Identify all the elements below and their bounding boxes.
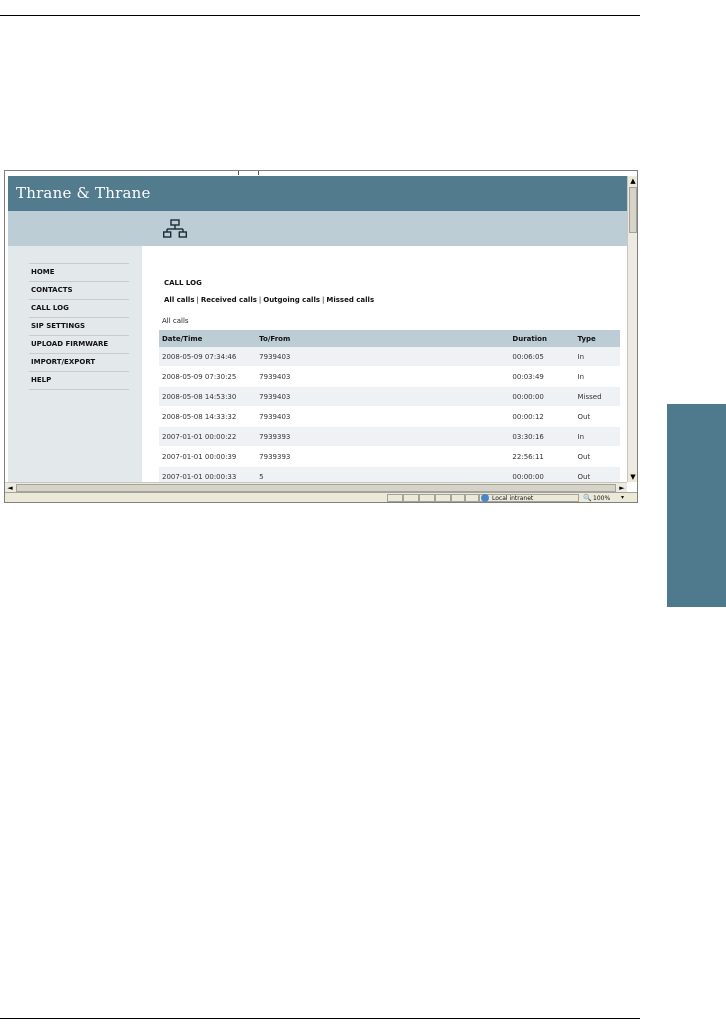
sidebar-nav: HOME CONTACTS CALL LOG SIP SETTINGS UPLO… xyxy=(29,263,129,390)
header-banner: Thrane & Thrane xyxy=(8,176,627,211)
vertical-scroll-thumb[interactable] xyxy=(629,187,637,233)
header-subbar xyxy=(8,211,627,246)
security-zone-label: Local intranet xyxy=(492,495,534,502)
ruler-tick xyxy=(238,171,239,175)
cell-to-from: 5 xyxy=(256,466,510,482)
cell-duration: 22:56:11 xyxy=(509,446,575,467)
cell-type: Out xyxy=(574,446,620,467)
brand-logo: Thrane & Thrane xyxy=(16,184,151,202)
cell-duration: 00:00:00 xyxy=(509,466,575,482)
column-header-datetime: Date/Time xyxy=(159,330,257,347)
cell-type: Missed xyxy=(574,386,620,407)
zoom-dropdown-arrow-icon[interactable]: ▾ xyxy=(621,493,624,502)
nav-item-home[interactable]: HOME xyxy=(29,264,129,282)
section-label: All calls xyxy=(162,317,189,325)
filter-received-calls-link[interactable]: Received calls xyxy=(201,296,257,304)
cell-datetime: 2008-05-09 07:30:25 xyxy=(159,366,257,387)
table-row: 2008-05-08 14:33:32 7939403 00:00:12 Out xyxy=(159,406,620,427)
column-header-to-from: To/From xyxy=(256,330,510,347)
cell-duration: 00:00:00 xyxy=(509,386,575,407)
nav-item-upload-firmware[interactable]: UPLOAD FIRMWARE xyxy=(29,336,129,354)
filter-separator: | xyxy=(258,296,262,304)
status-pane xyxy=(465,494,479,502)
network-icon xyxy=(163,219,187,238)
cell-type: In xyxy=(574,347,620,367)
table-row: 2008-05-09 07:30:25 7939403 00:03:49 In xyxy=(159,366,620,387)
cell-type: Out xyxy=(574,466,620,482)
nav-item-import-export[interactable]: IMPORT/EXPORT xyxy=(29,354,129,372)
cell-datetime: 2007-01-01 00:00:33 xyxy=(159,466,257,482)
cell-to-from: 7939403 xyxy=(256,366,510,387)
ruler-tick xyxy=(258,171,259,175)
filter-missed-calls-link[interactable]: Missed calls xyxy=(326,296,374,304)
globe-icon xyxy=(481,494,489,502)
cell-duration: 03:30:16 xyxy=(509,426,575,447)
horizontal-scroll-thumb[interactable] xyxy=(16,484,616,492)
cell-to-from: 7939403 xyxy=(256,386,510,407)
cell-datetime: 2007-01-01 00:00:39 xyxy=(159,446,257,467)
filter-all-calls-link[interactable]: All calls xyxy=(164,296,195,304)
page-title: CALL LOG xyxy=(164,279,202,287)
cell-to-from: 7939393 xyxy=(256,426,510,447)
sidebar: HOME CONTACTS CALL LOG SIP SETTINGS UPLO… xyxy=(8,246,142,482)
scroll-up-arrow-icon[interactable]: ▲ xyxy=(628,176,637,186)
cell-duration: 00:03:49 xyxy=(509,366,575,387)
status-pane xyxy=(403,494,419,502)
cell-type: Out xyxy=(574,406,620,427)
nav-item-sip-settings[interactable]: SIP SETTINGS xyxy=(29,318,129,336)
main-content: CALL LOG All calls | Received calls | Outgoi… xyxy=(142,246,627,482)
scroll-down-arrow-icon[interactable]: ▼ xyxy=(628,472,637,482)
table-row: 2007-01-01 00:00:33 5 00:00:00 Out xyxy=(159,466,620,482)
magnifier-icon[interactable]: 🔍 xyxy=(583,493,592,502)
cell-duration: 00:00:12 xyxy=(509,406,575,427)
cell-datetime: 2008-05-08 14:53:30 xyxy=(159,386,257,407)
cell-type: In xyxy=(574,366,620,387)
status-pane xyxy=(419,494,435,502)
cell-type: In xyxy=(574,426,620,447)
status-pane xyxy=(451,494,465,502)
nav-item-contacts[interactable]: CONTACTS xyxy=(29,282,129,300)
filter-separator: | xyxy=(196,296,199,304)
nav-item-call-log[interactable]: CALL LOG xyxy=(29,300,129,318)
cell-to-from: 7939403 xyxy=(256,347,510,367)
nav-item-help[interactable]: HELP xyxy=(29,372,129,390)
status-pane xyxy=(387,494,403,502)
page-bottom-rule xyxy=(0,1018,640,1019)
table-row: 2008-05-09 07:34:46 7939403 00:06:05 In xyxy=(159,347,620,367)
cell-duration: 00:06:05 xyxy=(509,347,575,367)
call-log-table: Date/Time To/From Duration Type 2008-05-… xyxy=(159,330,620,482)
cell-to-from: 7939403 xyxy=(256,406,510,427)
filter-outgoing-calls-link[interactable]: Outgoing calls xyxy=(263,296,320,304)
column-header-duration: Duration xyxy=(509,330,575,347)
cell-to-from: 7939393 xyxy=(256,446,510,467)
cell-datetime: 2008-05-08 14:33:32 xyxy=(159,406,257,427)
cell-datetime: 2007-01-01 00:00:22 xyxy=(159,426,257,447)
table-row: 2008-05-08 14:53:30 7939403 00:00:00 Mis… xyxy=(159,386,620,407)
call-filter-links: All calls | Received calls | Outgoing calls |… xyxy=(164,296,374,304)
table-row: 2007-01-01 00:00:39 7939393 22:56:11 Out xyxy=(159,446,620,467)
filter-separator: | xyxy=(322,296,325,304)
chapter-side-tab xyxy=(667,404,726,607)
status-pane xyxy=(435,494,451,502)
status-bar: Local intranet 🔍 100% ▾ xyxy=(5,492,637,502)
vertical-scrollbar[interactable]: ▲ ▼ xyxy=(627,176,637,482)
table-row: 2007-01-01 00:00:22 7939393 03:30:16 In xyxy=(159,426,620,447)
table-header-row: Date/Time To/From Duration Type xyxy=(159,330,620,347)
browser-window: Thrane & Thrane HOME CONTACTS CALL LOG S… xyxy=(4,170,638,503)
cell-datetime: 2008-05-09 07:34:46 xyxy=(159,347,257,367)
column-header-type: Type xyxy=(574,330,620,347)
zoom-level[interactable]: 100% xyxy=(593,494,610,502)
page-top-rule xyxy=(0,15,640,16)
